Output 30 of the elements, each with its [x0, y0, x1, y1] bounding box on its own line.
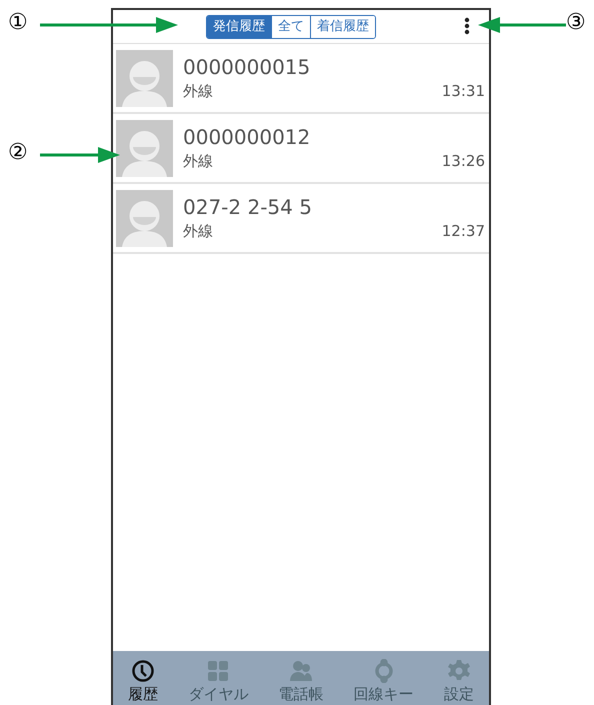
- tab[interactable]: 発信履歴: [207, 16, 271, 38]
- avatar-icon: [116, 50, 173, 106]
- call-log-row[interactable]: 0000000012 外線 13:26: [113, 114, 489, 184]
- nav-tab[interactable]: ダイヤル: [188, 655, 248, 704]
- nav-tab[interactable]: 履歴: [128, 655, 158, 704]
- line-type: 外線: [183, 150, 213, 172]
- clock-icon: [131, 659, 156, 683]
- settings-icon: [446, 659, 471, 683]
- nav-tab[interactable]: 設定: [444, 655, 474, 704]
- callout-number: ③: [566, 12, 586, 34]
- call-log-row[interactable]: 027-2 2-54 5 外線 12:37: [113, 184, 489, 254]
- grid-icon: [206, 659, 230, 683]
- phone-number: 027-2 2-54 5: [183, 194, 313, 220]
- phone-number: 0000000015: [183, 54, 312, 80]
- more-menu-icon[interactable]: [464, 17, 470, 35]
- call-time: 13:31: [442, 80, 485, 102]
- tab[interactable]: 着信履歴: [310, 16, 375, 38]
- nav-tab[interactable]: 回線キー: [354, 655, 414, 704]
- people-icon: [288, 659, 313, 683]
- line-type: 外線: [183, 220, 213, 242]
- callout-number: ①: [8, 12, 28, 34]
- line-type: 外線: [183, 80, 213, 102]
- nav-tab[interactable]: 電話帳: [278, 655, 324, 704]
- callout-number: ②: [8, 142, 28, 164]
- phone-number: 0000000012: [183, 124, 312, 150]
- avatar-icon: [116, 190, 173, 246]
- call-time: 13:26: [442, 150, 485, 172]
- call-log-row[interactable]: 0000000015 外線 13:31: [113, 44, 489, 114]
- avatar-icon: [116, 120, 173, 176]
- call-time: 12:37: [442, 220, 485, 242]
